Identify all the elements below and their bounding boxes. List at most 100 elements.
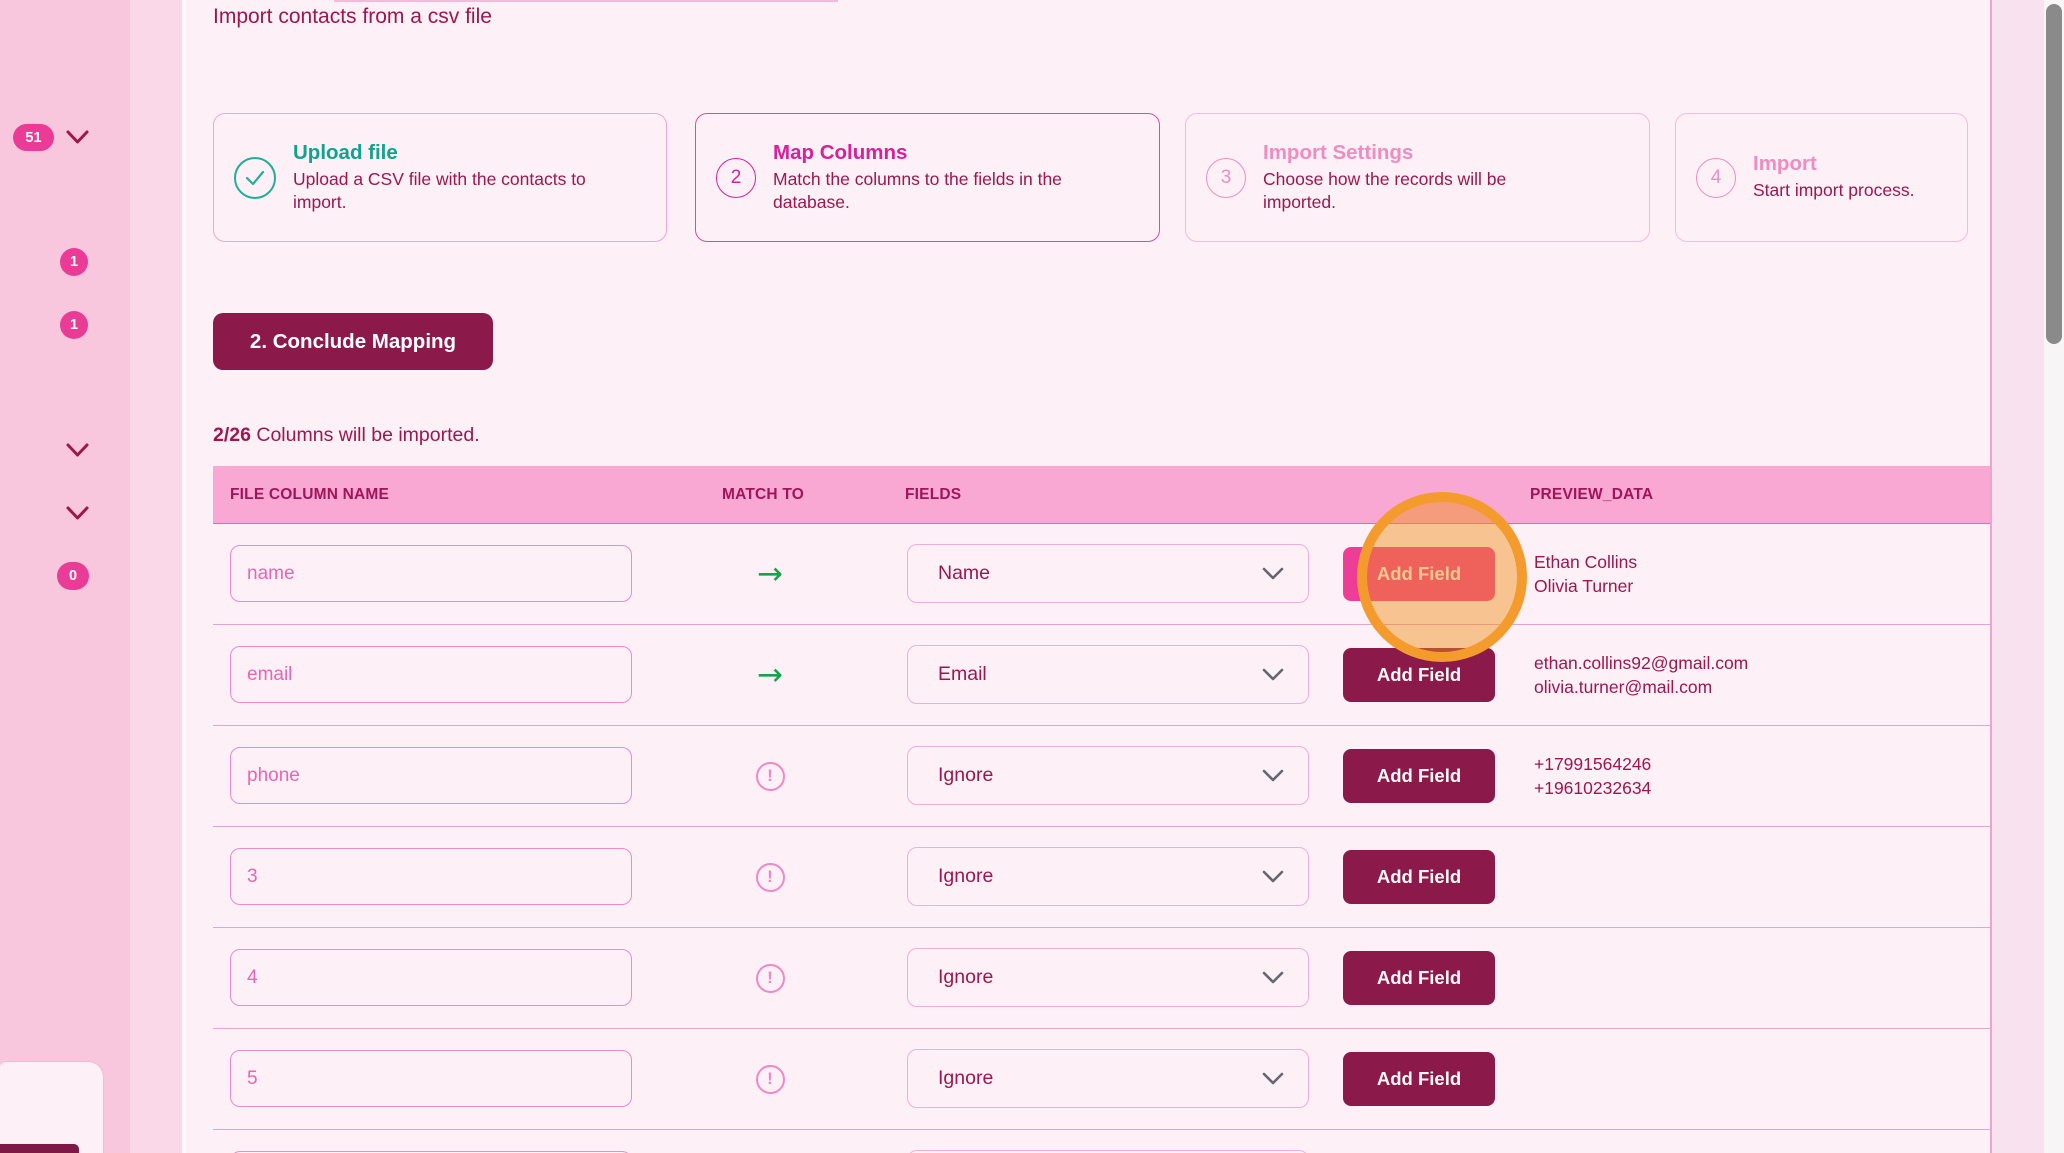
chevron-down-icon bbox=[1262, 1072, 1284, 1086]
chevron-down-icon bbox=[1262, 769, 1284, 783]
file-column-input[interactable] bbox=[230, 1050, 632, 1107]
table-row: → ! Name Add Field Ethan Collins Olivia T… bbox=[213, 524, 1990, 625]
step-number-circle: 4 bbox=[1696, 158, 1736, 198]
table-row: → ! Ignore Add Field bbox=[213, 928, 1990, 1029]
match-status-cell: → ! bbox=[733, 1029, 807, 1129]
preview-line: +17991564246 bbox=[1534, 754, 1651, 775]
preview-line: Olivia Turner bbox=[1534, 576, 1637, 597]
step-text: Upload file Upload a CSV file with the c… bbox=[293, 141, 633, 215]
unmapped-warning-icon: ! bbox=[756, 1065, 785, 1094]
mapping-table-header: FILE COLUMN NAME MATCH TO FIELDS PREVIEW… bbox=[213, 466, 1990, 524]
step-text: Map Columns Match the columns to the fie… bbox=[773, 141, 1138, 215]
step-description: Choose how the records will be imported. bbox=[1263, 168, 1573, 215]
unmapped-warning-icon: ! bbox=[756, 964, 785, 993]
check-icon bbox=[234, 157, 276, 199]
match-status-cell: → ! bbox=[733, 625, 807, 725]
field-select-value: Email bbox=[938, 663, 987, 686]
add-field-button[interactable]: Add Field bbox=[1343, 547, 1495, 601]
step-description: Start import process. bbox=[1753, 179, 1914, 202]
sidebar-bottom-button-partial[interactable] bbox=[0, 1144, 79, 1153]
count-value: 2/26 bbox=[213, 424, 251, 446]
field-select-value: Ignore bbox=[938, 1067, 993, 1090]
field-select[interactable]: Ignore bbox=[907, 948, 1309, 1007]
count-suffix: Columns will be imported. bbox=[251, 424, 480, 446]
chevron-down-icon bbox=[1262, 971, 1284, 985]
chevron-down-icon bbox=[1262, 870, 1284, 884]
preview-line: ethan.collins92@gmail.com bbox=[1534, 653, 1748, 674]
table-row: → ! Email Add Field ethan.collins92@gmai… bbox=[213, 625, 1990, 726]
columns-import-count: 2/26 Columns will be imported. bbox=[213, 424, 480, 447]
preview-line: olivia.turner@mail.com bbox=[1534, 677, 1748, 698]
wizard-step-card[interactable]: 4 Import Start import process. bbox=[1675, 113, 1968, 242]
field-select-value: Ignore bbox=[938, 865, 993, 888]
preview-data: ethan.collins92@gmail.com olivia.turner@m… bbox=[1534, 625, 1748, 725]
field-select[interactable]: Name bbox=[907, 544, 1309, 603]
table-row: → ! Ignore Add Field bbox=[213, 827, 1990, 928]
step-title: Upload file bbox=[293, 141, 633, 165]
header-match-to: MATCH TO bbox=[722, 466, 804, 523]
chevron-down-icon bbox=[1262, 567, 1284, 581]
file-column-input[interactable] bbox=[230, 747, 632, 804]
file-column-input[interactable] bbox=[230, 545, 632, 602]
wizard-step-card[interactable]: 3 Import Settings Choose how the records… bbox=[1185, 113, 1650, 242]
unmapped-warning-icon: ! bbox=[756, 863, 785, 892]
preview-data: +17991564246 +19610232634 bbox=[1534, 726, 1651, 826]
wizard-step-card[interactable]: 2 Map Columns Match the columns to the f… bbox=[695, 113, 1160, 242]
match-status-cell: → ! bbox=[733, 524, 807, 624]
add-field-button[interactable]: Add Field bbox=[1343, 951, 1495, 1005]
wizard-step-card[interactable]: Upload file Upload a CSV file with the c… bbox=[213, 113, 667, 242]
chevron-down-icon[interactable] bbox=[66, 443, 89, 458]
preview-line: Ethan Collins bbox=[1534, 552, 1637, 573]
notification-badge: 0 bbox=[57, 562, 89, 590]
conclude-mapping-button[interactable]: 2. Conclude Mapping bbox=[213, 313, 493, 370]
mapped-arrow-icon: → bbox=[757, 559, 783, 590]
table-row: → ! Ignore Add Field bbox=[213, 1029, 1990, 1130]
field-select[interactable]: Ignore bbox=[907, 1049, 1309, 1108]
csv-import-wizard-screen: 51 1 1 0 Import contacts from a csv file Up… bbox=[0, 0, 2064, 1153]
page-subtitle: Import contacts from a csv file bbox=[213, 5, 492, 29]
step-text: Import Settings Choose how the records w… bbox=[1263, 141, 1573, 215]
notification-badge: 1 bbox=[60, 248, 88, 276]
notification-badge: 51 bbox=[13, 124, 54, 151]
scrolled-header-edge bbox=[334, 0, 838, 2]
match-status-cell: → ! bbox=[733, 726, 807, 826]
field-select-value: Name bbox=[938, 562, 990, 585]
unmapped-warning-icon: ! bbox=[756, 762, 785, 791]
step-description: Upload a CSV file with the contacts to i… bbox=[293, 168, 633, 215]
field-select-value: Ignore bbox=[938, 764, 993, 787]
file-column-input[interactable] bbox=[230, 848, 632, 905]
file-column-input[interactable] bbox=[230, 646, 632, 703]
notification-badge: 1 bbox=[60, 311, 88, 339]
sidebar-bottom-panel bbox=[0, 1061, 104, 1153]
chevron-down-icon[interactable] bbox=[66, 130, 89, 145]
add-field-button[interactable]: Add Field bbox=[1343, 1052, 1495, 1106]
header-file-column-name: FILE COLUMN NAME bbox=[230, 466, 389, 523]
sidebar-secondary-strip bbox=[130, 0, 182, 1153]
chevron-down-icon bbox=[1262, 668, 1284, 682]
field-select[interactable]: Email bbox=[907, 645, 1309, 704]
header-fields: FIELDS bbox=[905, 466, 961, 523]
mapping-table-body: → ! Name Add Field Ethan Collins Olivia T… bbox=[213, 524, 1990, 1153]
step-number-circle: 3 bbox=[1206, 158, 1246, 198]
page-scrollbar-thumb[interactable] bbox=[2046, 4, 2062, 344]
step-text: Import Start import process. bbox=[1753, 152, 1914, 202]
field-select-value: Ignore bbox=[938, 966, 993, 989]
step-title: Import Settings bbox=[1263, 141, 1573, 165]
add-field-button[interactable]: Add Field bbox=[1343, 850, 1495, 904]
mapped-arrow-icon: → bbox=[757, 660, 783, 691]
step-description: Match the columns to the fields in the d… bbox=[773, 168, 1138, 215]
chevron-down-icon[interactable] bbox=[66, 506, 89, 521]
preview-line: +19610232634 bbox=[1534, 778, 1651, 799]
import-content-panel: Import contacts from a csv file Upload f… bbox=[186, 0, 1992, 1153]
file-column-input[interactable] bbox=[230, 949, 632, 1006]
table-row: → ! bbox=[213, 1130, 1990, 1153]
field-select[interactable]: Ignore bbox=[907, 746, 1309, 805]
step-title: Map Columns bbox=[773, 141, 1138, 165]
add-field-button[interactable]: Add Field bbox=[1343, 648, 1495, 702]
header-preview-data: PREVIEW_DATA bbox=[1530, 466, 1653, 523]
preview-data: Ethan Collins Olivia Turner bbox=[1534, 524, 1637, 624]
wizard-steps: Upload file Upload a CSV file with the c… bbox=[186, 113, 1990, 242]
field-select[interactable]: Ignore bbox=[907, 847, 1309, 906]
add-field-button[interactable]: Add Field bbox=[1343, 749, 1495, 803]
match-status-cell: → ! bbox=[733, 928, 807, 1028]
